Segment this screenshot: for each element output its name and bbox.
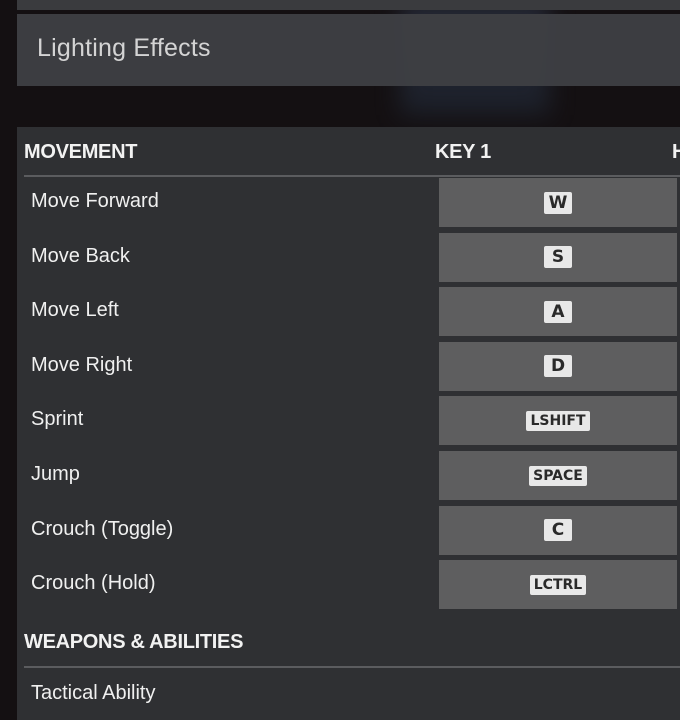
key1-binding-button[interactable]: S (439, 232, 677, 282)
key1-binding-button[interactable]: W (439, 178, 677, 227)
key-cap: C (544, 519, 572, 542)
key-cap: LSHIFT (526, 410, 590, 431)
keybind-panel: MOVEMENT KEY 1 H Move Forward W Move Back S… (17, 127, 680, 720)
action-label[interactable]: Crouch (Hold) (31, 572, 155, 595)
key1-binding-button[interactable]: LSHIFT (439, 396, 677, 446)
key1-binding-button[interactable]: LCTRL (439, 560, 677, 610)
key-cap: A (544, 300, 572, 323)
key1-header: KEY 1 (435, 141, 491, 163)
lighting-effects-row[interactable]: Lighting Effects (17, 14, 680, 86)
lighting-effects-label: Lighting Effects (37, 34, 211, 62)
weapons-header: WEAPONS & ABILITIES (24, 631, 244, 653)
action-label[interactable]: Move Right (31, 354, 132, 377)
action-label[interactable]: Sprint (31, 408, 83, 431)
action-label[interactable]: Crouch (Toggle) (31, 518, 173, 541)
key1-binding-button[interactable]: C (439, 505, 677, 555)
action-label[interactable]: Jump (31, 463, 80, 486)
key-cap: SPACE (529, 465, 587, 486)
key1-binding-button[interactable]: SPACE (439, 451, 677, 500)
action-label[interactable]: Move Back (31, 245, 130, 268)
divider (24, 666, 680, 668)
key-cap: LCTRL (529, 574, 587, 595)
key-cap: S (544, 246, 572, 269)
key2-header: H (672, 141, 680, 163)
action-label[interactable]: Tactical Ability (31, 682, 156, 705)
key1-binding-button[interactable]: A (439, 287, 677, 337)
action-label[interactable]: Move Left (31, 299, 119, 322)
key-cap: D (544, 355, 572, 378)
movement-header: MOVEMENT (24, 141, 138, 163)
action-label[interactable]: Move Forward (31, 190, 159, 213)
previous-setting-row[interactable] (17, 0, 680, 10)
divider (24, 175, 680, 177)
key-cap: W (543, 191, 573, 214)
key1-binding-button[interactable]: D (439, 341, 677, 391)
